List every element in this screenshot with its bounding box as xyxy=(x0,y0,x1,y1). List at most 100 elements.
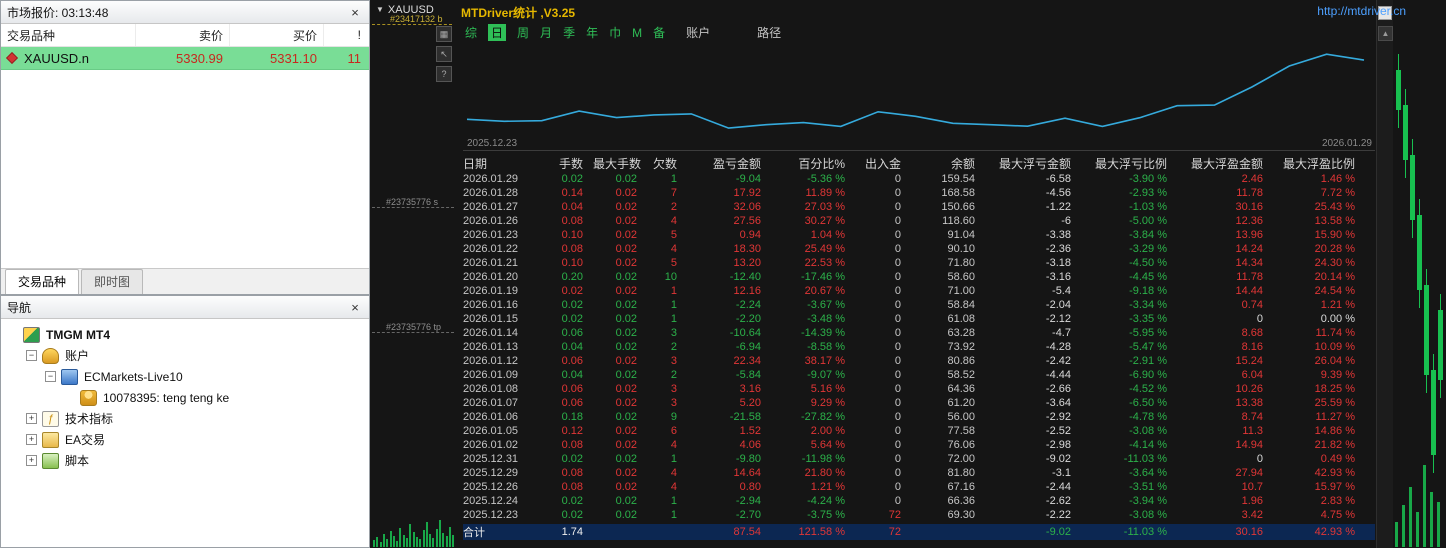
stat-menu-item-9[interactable]: 备 xyxy=(653,24,665,41)
volume-bar xyxy=(1416,512,1419,547)
cell-profit: 1.52 xyxy=(739,425,761,437)
stat-menu-item-11[interactable]: 路径 xyxy=(757,24,781,41)
chart-end-date: 2026.01.29 xyxy=(1321,138,1372,149)
volume-bar xyxy=(382,534,385,547)
column-header: 余额 xyxy=(950,156,975,171)
cell-date: 2026.01.13 xyxy=(463,341,519,353)
total-date: 合计 xyxy=(463,527,485,539)
column-bid[interactable]: 卖价 xyxy=(135,24,229,46)
stat-row-2025.12.29: 2025.12.29 0.08 0.02 4 14.64 21.80 % 0 81.80 -3.… xyxy=(463,466,1375,480)
cell-profit: 27.56 xyxy=(733,215,761,227)
cell-mfl_pct: -2.93 % xyxy=(1129,187,1167,199)
navigator-titlebar[interactable]: 导航 × xyxy=(1,296,369,319)
stat-menu-item-7[interactable]: 巾 xyxy=(609,24,621,41)
column-ask[interactable]: 买价 xyxy=(229,24,323,46)
volume-bar xyxy=(376,537,379,547)
scripts-icon xyxy=(42,452,59,469)
stat-row-2025.12.26: 2025.12.26 0.08 0.02 4 0.80 1.21 % 0 67.16 -2.44… xyxy=(463,480,1375,494)
cell-in_out: 0 xyxy=(894,285,901,297)
chart-area[interactable]: ▼ XAUUSD #23417132 b ▦ ↖ ? #23735776 s #2… xyxy=(370,0,1446,548)
experts-icon xyxy=(42,431,59,448)
cell-lots: 0.14 xyxy=(561,187,583,199)
cell-mfp_pct: 0.00 % xyxy=(1320,313,1355,325)
cell-max_lots: 0.02 xyxy=(615,313,637,325)
stat-row-2026.01.14: 2026.01.14 0.06 0.02 3 -10.64 -14.39 % 0 63.28 -… xyxy=(463,326,1375,340)
stat-menu-item-2[interactable]: 日 xyxy=(488,24,507,41)
cell-in_out: 0 xyxy=(894,313,901,325)
tree-expander-icon[interactable]: − xyxy=(45,371,56,382)
cell-balance: 90.10 xyxy=(947,243,975,255)
chart-help-button[interactable]: ? xyxy=(436,66,452,82)
stat-table-header: 日期 手数 最大手数 欠数 盈亏金额 百分比% 出入金 余额 最大浮亏金额 最大浮亏比例 最大浮盈金… xyxy=(463,154,1375,172)
stat-menu-item-5[interactable]: 季 xyxy=(563,24,575,41)
cell-mfl_pct: -6.90 % xyxy=(1129,369,1167,381)
cell-mfp: 0.74 xyxy=(1241,299,1263,311)
chevron-down-icon[interactable]: ▼ xyxy=(376,5,384,14)
tree-item-platform[interactable]: TMGM MT4 xyxy=(1,324,369,345)
cell-count: 2 xyxy=(670,341,677,353)
cell-balance: 71.80 xyxy=(947,257,975,269)
stat-row-2026.01.02: 2026.01.02 0.08 0.02 4 4.06 5.64 % 0 76.06 -2.98… xyxy=(463,438,1375,452)
tab-symbols[interactable]: 交易品种 xyxy=(5,269,80,294)
cell-pct: -11.98 % xyxy=(801,453,845,465)
chart-cursor-button[interactable]: ↖ xyxy=(436,46,452,62)
tab-tick-chart[interactable]: 即时图 xyxy=(81,269,144,294)
cell-in_out: 0 xyxy=(894,229,901,241)
cell-profit: -21.58 xyxy=(729,411,761,423)
stat-menu-item-8[interactable]: M xyxy=(632,26,642,40)
navigator-close-icon[interactable]: × xyxy=(347,299,363,315)
cell-pct: 22.53 % xyxy=(804,257,845,269)
volume-bar xyxy=(402,535,405,547)
cell-profit: 18.30 xyxy=(733,243,761,255)
stat-row-2026.01.16: 2026.01.16 0.02 0.02 1 -2.24 -3.67 % 0 58.84 -2.… xyxy=(463,298,1375,312)
stat-row-2026.01.21: 2026.01.21 0.10 0.02 5 13.20 22.53 % 0 71.80 -3.… xyxy=(463,256,1375,270)
tree-item-user[interactable]: 10078395: teng teng ke xyxy=(1,387,369,408)
cell-mfp_pct: 15.97 % xyxy=(1314,481,1355,493)
cell-date: 2026.01.20 xyxy=(463,271,519,283)
candlestick xyxy=(1438,310,1443,380)
cell-mfl_pct: -6.50 % xyxy=(1129,397,1167,409)
cell-mfl: -3.38 xyxy=(1045,229,1071,241)
stat-menu-item-6[interactable]: 年 xyxy=(586,24,598,41)
symbol-row-xauusd[interactable]: XAUUSD.n 5330.99 5331.10 11 xyxy=(1,47,369,70)
tree-item-accounts[interactable]: − 账户 xyxy=(1,345,369,366)
total-mfl_pct: -11.03 % xyxy=(1123,526,1167,538)
cell-count: 2 xyxy=(670,369,677,381)
scroll-up-icon[interactable]: ▲ xyxy=(1378,26,1393,41)
cell-mfp: 13.38 xyxy=(1235,397,1263,409)
stat-row-2026.01.12: 2026.01.12 0.06 0.02 3 22.34 38.17 % 0 80.86 -2.… xyxy=(463,354,1375,368)
column-symbol[interactable]: 交易品种 xyxy=(1,24,135,46)
total-in_out: 72 xyxy=(888,526,901,538)
cell-mfl: -3.18 xyxy=(1045,257,1071,269)
stat-row-2026.01.20: 2026.01.20 0.20 0.02 10 -12.40 -17.46 % 0 58.60… xyxy=(463,270,1375,284)
cell-mfl: -2.44 xyxy=(1045,481,1071,493)
stat-menu-item-3[interactable]: 周 xyxy=(517,24,529,41)
tree-item-indicators[interactable]: + 技术指标 xyxy=(1,408,369,429)
cell-mfl: -4.44 xyxy=(1045,369,1071,381)
tree-item-server[interactable]: − ECMarkets-Live10 xyxy=(1,366,369,387)
cell-lots: 0.02 xyxy=(561,299,583,311)
chart-scrollbar[interactable] xyxy=(1376,0,1393,548)
tree-item-experts[interactable]: + EA交易 xyxy=(1,429,369,450)
tree-item-scripts[interactable]: + 脚本 xyxy=(1,450,369,471)
cell-mfl: -4.28 xyxy=(1045,341,1071,353)
market-watch-titlebar[interactable]: 市场报价: 03:13:48 × xyxy=(1,1,369,24)
column-spread[interactable]: ! xyxy=(323,24,367,46)
cell-max_lots: 0.02 xyxy=(615,215,637,227)
tree-expander-icon[interactable]: + xyxy=(26,434,37,445)
stat-menu-item-1[interactable]: 综 xyxy=(465,24,477,41)
tree-expander-icon[interactable]: + xyxy=(26,413,37,424)
tree-expander-icon[interactable]: − xyxy=(26,350,37,361)
cell-profit: 0.94 xyxy=(739,229,761,241)
cell-in_out: 0 xyxy=(894,299,901,311)
chart-objects-button[interactable]: ▦ xyxy=(436,26,452,42)
stat-menu-item-4[interactable]: 月 xyxy=(540,24,552,41)
cell-max_lots: 0.02 xyxy=(615,481,637,493)
tree-expander-icon[interactable]: + xyxy=(26,455,37,466)
stat-menu-item-10[interactable]: 账户 xyxy=(686,24,710,41)
cell-count: 3 xyxy=(670,383,677,395)
volume-bar xyxy=(1423,465,1426,547)
cell-lots: 0.06 xyxy=(561,397,583,409)
mtdriver-link[interactable]: http://mtdriver.cn xyxy=(1317,4,1406,18)
market-watch-close-icon[interactable]: × xyxy=(347,4,363,20)
